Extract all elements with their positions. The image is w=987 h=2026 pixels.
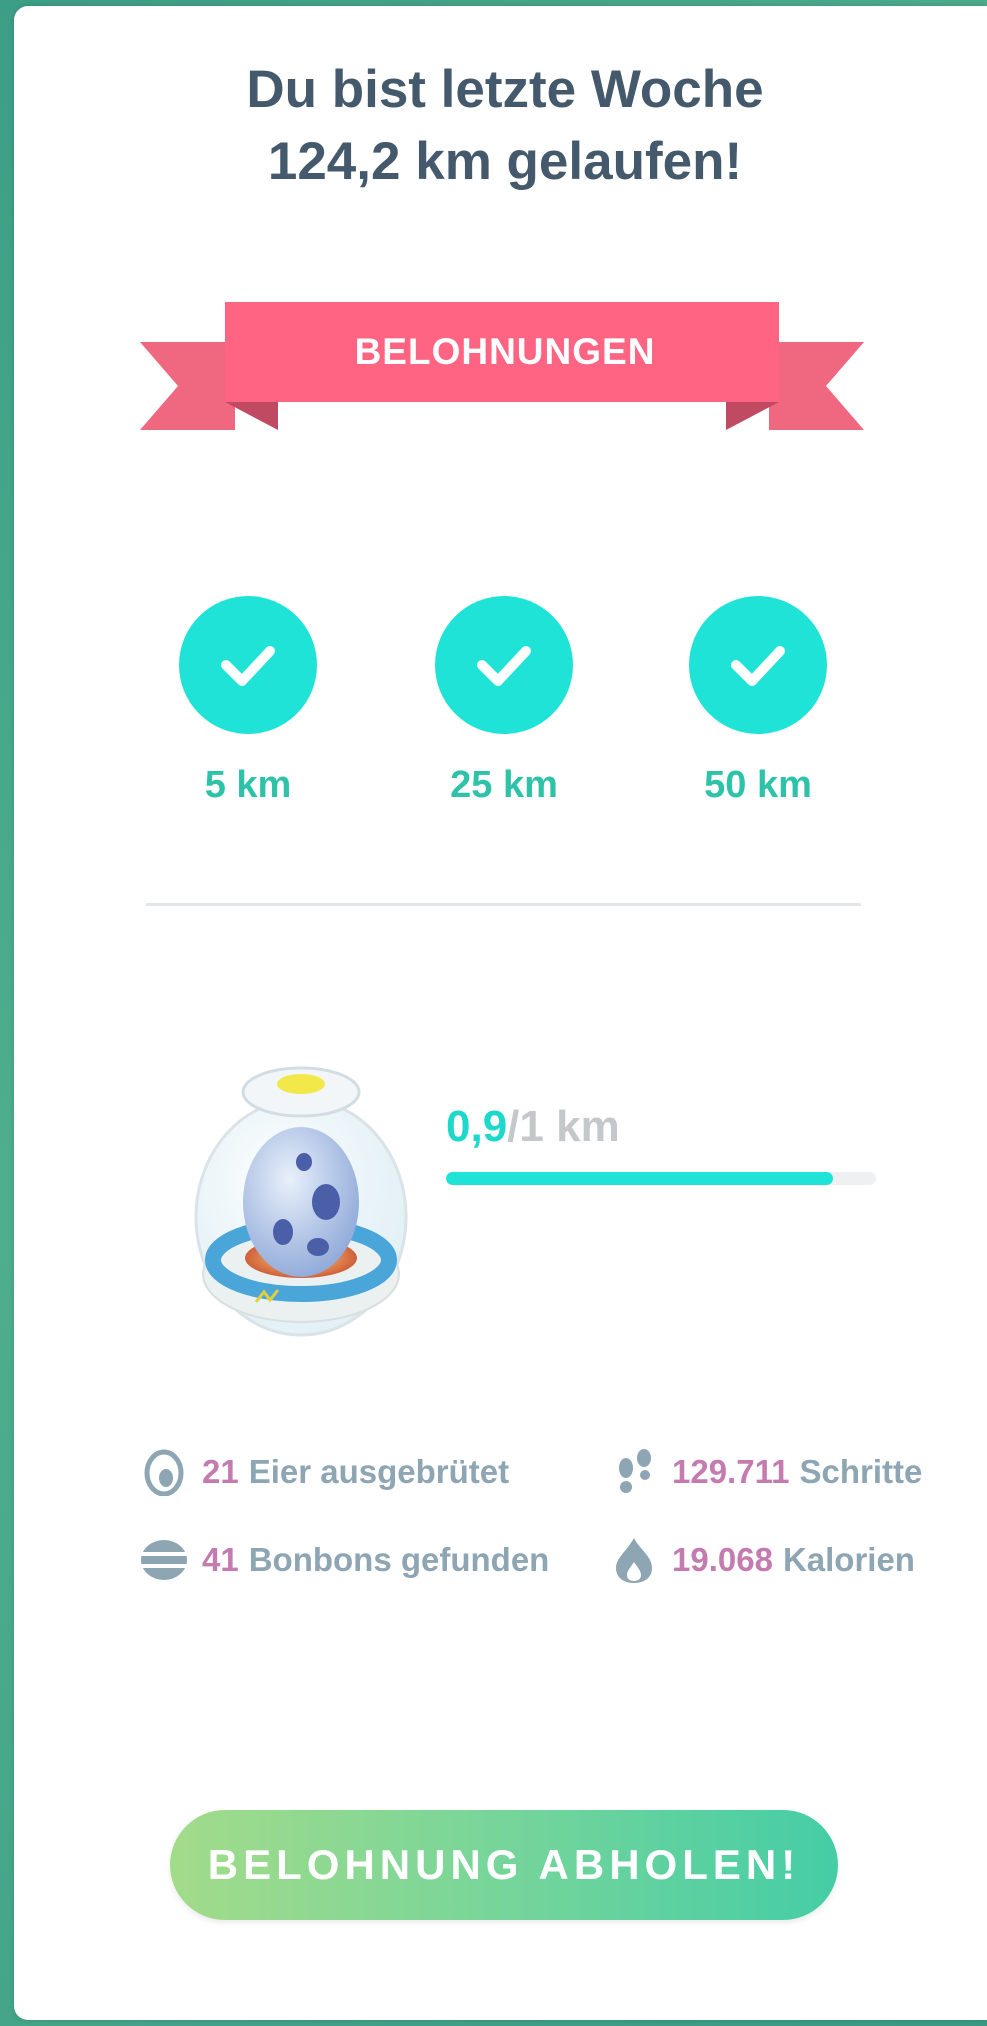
egg-icon: [140, 1448, 188, 1496]
stat-eggs-value: 21: [202, 1453, 239, 1490]
candy-icon: [140, 1536, 188, 1584]
stat-candy-found: 41 Bonbons gefunden: [140, 1536, 549, 1584]
incubator-progress-bar: [446, 1172, 876, 1185]
footprints-icon: [610, 1448, 658, 1496]
stat-calories-value: 19.068: [672, 1541, 773, 1578]
incubator-progress-fill: [446, 1172, 833, 1185]
milestone-label: 25 km: [450, 764, 558, 806]
progress-current: 0,9: [446, 1102, 508, 1151]
stat-candy-label: Bonbons gefunden: [248, 1541, 550, 1578]
weekly-distance-title: Du bist letzte Woche 124,2 km gelaufen!: [246, 60, 764, 191]
check-icon: [179, 596, 317, 734]
stat-eggs-hatched: 21 Eier ausgebrütet: [140, 1448, 509, 1496]
claim-reward-button[interactable]: BELOHNUNG ABHOLEN!: [170, 1810, 838, 1920]
stat-eggs-label: Eier ausgebrütet: [248, 1453, 510, 1490]
incubator-egg-icon: [194, 1066, 408, 1337]
milestone-25km: 25 km: [404, 596, 604, 807]
rewards-ribbon-label: BELOHNUNGEN: [354, 331, 656, 372]
stat-steps: 129.711 Schritte: [610, 1448, 922, 1496]
progress-total: /1 km: [507, 1102, 620, 1151]
stat-steps-label: Schritte: [799, 1453, 923, 1490]
incubator-progress-text: 0,9/1 km: [446, 1102, 620, 1152]
flame-icon: [610, 1536, 658, 1584]
stat-calories-label: Kalorien: [782, 1541, 915, 1578]
check-icon: [435, 596, 573, 734]
check-icon: [689, 596, 827, 734]
stat-candy-value: 41: [202, 1541, 239, 1578]
distance-milestones: 5 km 25 km 50 km: [0, 596, 987, 836]
milestone-label: 50 km: [704, 764, 812, 806]
milestone-5km: 5 km: [148, 596, 348, 807]
section-divider: [146, 903, 861, 906]
stat-steps-value: 129.711: [672, 1453, 790, 1490]
milestone-label: 5 km: [204, 764, 292, 806]
stat-calories: 19.068 Kalorien: [610, 1536, 915, 1584]
milestone-50km: 50 km: [658, 596, 858, 807]
